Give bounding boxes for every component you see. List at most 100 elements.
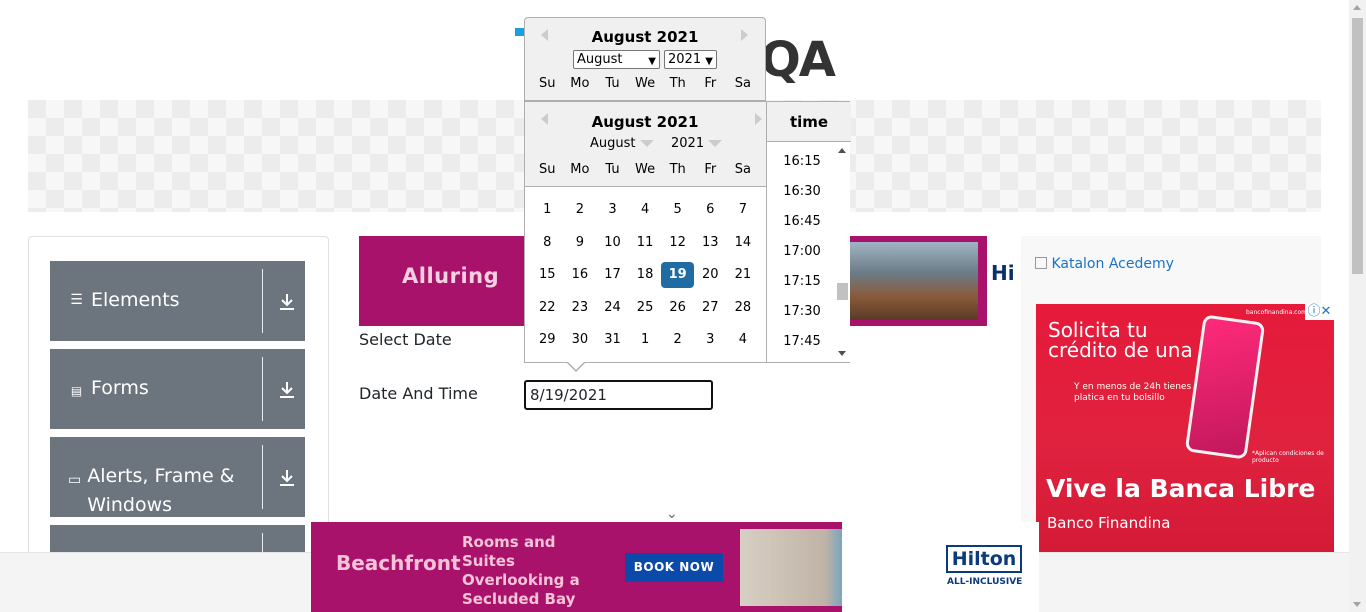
day-cell[interactable]: 17: [596, 262, 629, 288]
weekday: Tu: [605, 162, 620, 177]
weekday: We: [635, 76, 656, 91]
day-cell[interactable]: 10: [596, 230, 629, 256]
ad-bank[interactable]: bancofinandina.com Solicita tu crédito d…: [1036, 304, 1334, 552]
month-select[interactable]: August ▼: [573, 50, 660, 69]
hilton-logo: Hilton: [946, 545, 1022, 573]
day-cell[interactable]: 31: [596, 327, 629, 353]
day-cell[interactable]: 3: [596, 197, 629, 223]
day-cell[interactable]: 18: [629, 262, 662, 288]
year-select[interactable]: 2021 ▼: [664, 50, 717, 69]
datepicker-day-grid: 1 2 3 4 5 6 7 8 9 10 11 12 13 14 15 16 1…: [531, 194, 772, 357]
hilton-sub: ALL-INCLUSIVE: [947, 577, 1023, 587]
scroll-thumb[interactable]: [1352, 18, 1363, 274]
day-cell[interactable]: 23: [564, 295, 597, 321]
weekday: Mo: [570, 162, 590, 177]
day-cell[interactable]: 29: [531, 327, 564, 353]
day-cell[interactable]: 1: [629, 327, 662, 353]
day-cell[interactable]: 25: [629, 295, 662, 321]
ad-text: Rooms and Suites Overlooking a Secluded …: [462, 533, 580, 608]
month-select-value: August: [577, 52, 623, 67]
day-cell[interactable]: 2: [661, 327, 694, 353]
day-cell[interactable]: 8: [531, 230, 564, 256]
scroll-thumb[interactable]: [837, 283, 848, 300]
day-cell[interactable]: 1: [531, 197, 564, 223]
day-cell[interactable]: 11: [629, 230, 662, 256]
select-date-label: Select Date: [359, 330, 452, 349]
weekday: Th: [669, 76, 686, 91]
scroll-up-icon[interactable]: [1353, 5, 1361, 10]
scroll-down-icon[interactable]: [838, 351, 846, 356]
logo-text: QA: [760, 32, 836, 88]
sidebar-group-forms[interactable]: ▤ Forms: [50, 349, 305, 429]
day-cell[interactable]: 27: [694, 295, 727, 321]
popup-caret: [568, 362, 584, 370]
sidebar-group-elements[interactable]: ☰ Elements: [50, 261, 305, 341]
date-time-input[interactable]: 8/19/2021: [524, 380, 713, 410]
scroll-up-icon[interactable]: [838, 148, 846, 153]
day-cell[interactable]: 30: [564, 327, 597, 353]
scroll-down-icon[interactable]: [1353, 602, 1361, 607]
day-cell[interactable]: 4: [629, 197, 662, 223]
date-time-label: Date And Time: [359, 384, 478, 403]
chevron-down-icon[interactable]: ⌄: [666, 506, 678, 522]
divider: [262, 269, 263, 333]
sidebar: ☰ Elements ▤ Forms ▭ Alerts, Frame & Win…: [28, 236, 329, 566]
time-option[interactable]: 17:15: [767, 267, 837, 297]
katalon-link[interactable]: Katalon Acedemy: [1035, 256, 1174, 272]
day-cell[interactable]: 15: [531, 262, 564, 288]
ad-choices-icon[interactable]: ⓘ✕: [1305, 304, 1334, 320]
month-dropdown[interactable]: August: [590, 136, 654, 151]
ad-headline: Solicita tu crédito de una: [1048, 318, 1193, 362]
weekday: We: [635, 162, 656, 177]
weekday-row: Su Mo Tu We Th Fr Sa: [531, 76, 771, 91]
day-cell[interactable]: 14: [727, 230, 760, 256]
time-option[interactable]: 16:30: [767, 177, 837, 207]
day-cell[interactable]: 16: [564, 262, 597, 288]
year-select-value: 2021: [668, 52, 702, 67]
day-cell[interactable]: 21: [727, 262, 760, 288]
day-cell[interactable]: 24: [596, 295, 629, 321]
day-cell[interactable]: 20: [694, 262, 727, 288]
book-now-button[interactable]: BOOK NOW: [625, 553, 723, 582]
day-cell[interactable]: 22: [531, 295, 564, 321]
ad-brand-word: Beachfront: [336, 551, 461, 575]
download-icon: [280, 294, 294, 310]
day-cell[interactable]: 7: [727, 197, 760, 223]
day-cell[interactable]: 6: [694, 197, 727, 223]
week-row: 8 9 10 11 12 13 14: [531, 227, 772, 260]
week-row: 1 2 3 4 5 6 7: [531, 194, 772, 227]
ad-disclaimer: *Aplican condiciones de producto: [1252, 450, 1324, 464]
datepicker-month-year: August 2021: [591, 113, 699, 131]
day-cell[interactable]: 9: [564, 230, 597, 256]
time-option[interactable]: 17:00: [767, 237, 837, 267]
day-cell[interactable]: 28: [727, 295, 760, 321]
time-option[interactable]: 16:15: [767, 147, 837, 177]
day-cell-selected[interactable]: 19: [661, 262, 694, 289]
page-scrollbar[interactable]: [1349, 0, 1366, 612]
broken-image-icon: [1035, 257, 1047, 269]
day-cell[interactable]: 3: [694, 327, 727, 353]
divider: [262, 357, 263, 421]
day-cell[interactable]: 12: [661, 230, 694, 256]
sidebar-group-label: Forms: [91, 377, 149, 399]
time-option[interactable]: 16:45: [767, 207, 837, 237]
day-cell[interactable]: 13: [694, 230, 727, 256]
logo-mark: [515, 28, 524, 36]
time-option[interactable]: 17:45: [767, 327, 837, 357]
day-cell[interactable]: 5: [661, 197, 694, 223]
katalon-link-text: Katalon Acedemy: [1051, 256, 1174, 272]
time-scrollbar[interactable]: [835, 142, 850, 362]
weekday: Th: [669, 162, 686, 177]
sidebar-group-alerts[interactable]: ▭ Alerts, Frame & Windows: [50, 437, 305, 517]
ad-banner-bottom[interactable]: Beachfront Rooms and Suites Overlooking …: [311, 522, 1039, 612]
year-dropdown[interactable]: 2021: [671, 136, 723, 151]
time-option[interactable]: 17:30: [767, 297, 837, 327]
weekday: Tu: [605, 76, 620, 91]
day-cell[interactable]: 4: [727, 327, 760, 353]
weekday: Sa: [734, 76, 751, 91]
day-cell[interactable]: 2: [564, 197, 597, 223]
hilton-logo-area: Hilton ALL-INCLUSIVE ⓘ ✕: [842, 522, 1039, 612]
weekday: Fr: [704, 76, 717, 91]
ad-brand: Banco Finandina: [1047, 514, 1171, 532]
day-cell[interactable]: 26: [661, 295, 694, 321]
